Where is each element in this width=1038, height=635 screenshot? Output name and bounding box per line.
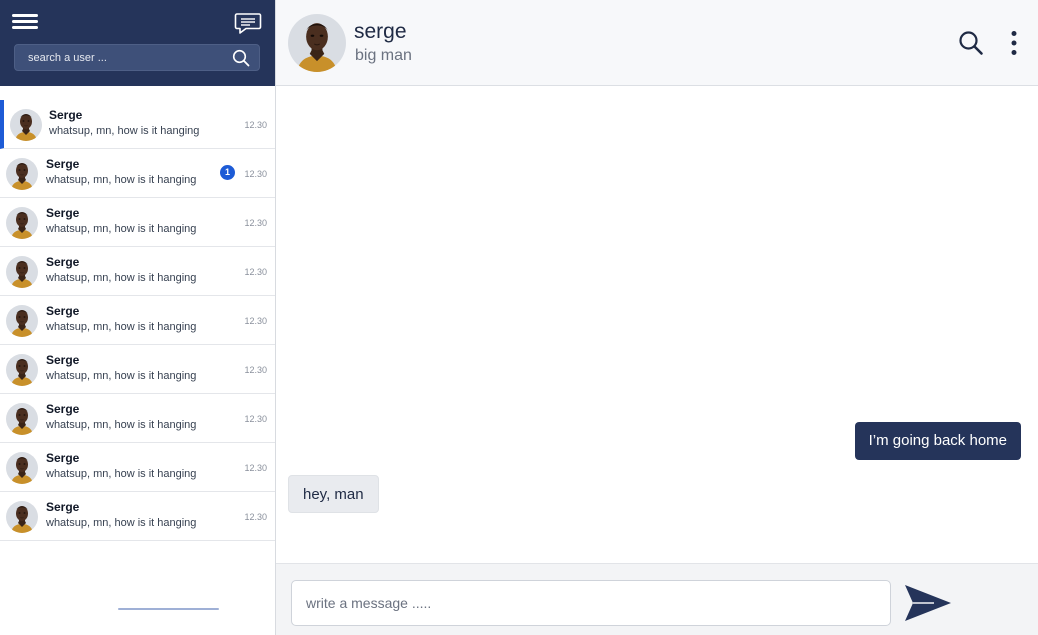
sidebar-header [0, 0, 275, 86]
conversation-item[interactable]: Serge whatsup, mn, how is it hanging 12.… [0, 492, 275, 541]
conversation-name: Serge [46, 206, 80, 220]
avatar [10, 109, 42, 141]
conversation-name: Serge [46, 353, 80, 367]
message-thread: I’m going back home hey, man [276, 86, 1038, 563]
conversation-preview: whatsup, mn, how is it hanging [46, 174, 197, 186]
conversation-time: 12.30 [244, 120, 267, 130]
conversation-list: Serge whatsup, mn, how is it hanging 12.… [0, 100, 275, 541]
sidebar: Serge whatsup, mn, how is it hanging 12.… [0, 0, 276, 635]
conversation-time: 12.30 [244, 365, 267, 375]
incoming-message: hey, man [288, 475, 379, 513]
conversation-item-active[interactable]: Serge whatsup, mn, how is it hanging 12.… [0, 100, 275, 149]
conversation-item[interactable]: Serge whatsup, mn, how is it hanging 12.… [0, 443, 275, 492]
conversation-item[interactable]: Serge whatsup, mn, how is it hanging 12.… [0, 394, 275, 443]
search-icon[interactable] [232, 49, 250, 67]
unread-count-badge: 1 [220, 165, 235, 180]
conversation-name: Serge [46, 157, 80, 171]
avatar [6, 452, 38, 484]
conversation-name: Serge [46, 451, 80, 465]
search-input[interactable] [15, 45, 227, 70]
contact-avatar[interactable] [288, 14, 346, 72]
search-icon[interactable] [958, 30, 984, 56]
conversation-name: Serge [49, 108, 83, 122]
conversation-preview: whatsup, mn, how is it hanging [49, 125, 200, 137]
conversation-time: 12.30 [244, 414, 267, 424]
avatar [6, 501, 38, 533]
conversation-time: 12.30 [244, 463, 267, 473]
more-vertical-icon[interactable] [1008, 30, 1020, 56]
conversation-preview: whatsup, mn, how is it hanging [46, 370, 197, 382]
conversation-time: 12.30 [244, 316, 267, 326]
avatar [6, 354, 38, 386]
user-search [14, 44, 260, 71]
conversation-name: Serge [46, 500, 80, 514]
conversation-preview: whatsup, mn, how is it hanging [46, 517, 197, 529]
conversation-time: 12.30 [244, 218, 267, 228]
message-input[interactable] [291, 580, 891, 626]
conversation-name: Serge [46, 402, 80, 416]
outgoing-message: I’m going back home [854, 422, 1021, 460]
conversation-name: Serge [46, 304, 80, 318]
avatar [6, 256, 38, 288]
contact-status: big man [355, 47, 412, 64]
conversation-item[interactable]: Serge whatsup, mn, how is it hanging 12.… [0, 247, 275, 296]
conversation-preview: whatsup, mn, how is it hanging [46, 468, 197, 480]
hamburger-menu-icon[interactable] [12, 14, 38, 32]
conversation-time: 12.30 [244, 267, 267, 277]
avatar [6, 403, 38, 435]
conversation-preview: whatsup, mn, how is it hanging [46, 419, 197, 431]
avatar [6, 305, 38, 337]
contact-name: serge [354, 20, 407, 43]
chat-bubble-icon[interactable] [234, 12, 262, 36]
conversation-preview: whatsup, mn, how is it hanging [46, 321, 197, 333]
conversation-name: Serge [46, 255, 80, 269]
chat-header: serge big man [276, 0, 1038, 86]
send-icon[interactable] [904, 583, 952, 623]
avatar [6, 207, 38, 239]
conversation-item[interactable]: Serge whatsup, mn, how is it hanging 12.… [0, 296, 275, 345]
conversation-time: 12.30 [244, 169, 267, 179]
avatar [6, 158, 38, 190]
conversation-preview: whatsup, mn, how is it hanging [46, 223, 197, 235]
conversation-time: 12.30 [244, 512, 267, 522]
conversation-item[interactable]: Serge whatsup, mn, how is it hanging 1 1… [0, 149, 275, 198]
sidebar-scrollbar[interactable] [118, 608, 219, 610]
message-composer [276, 563, 1038, 635]
conversation-item[interactable]: Serge whatsup, mn, how is it hanging 12.… [0, 345, 275, 394]
conversation-preview: whatsup, mn, how is it hanging [46, 272, 197, 284]
conversation-item[interactable]: Serge whatsup, mn, how is it hanging 12.… [0, 198, 275, 247]
